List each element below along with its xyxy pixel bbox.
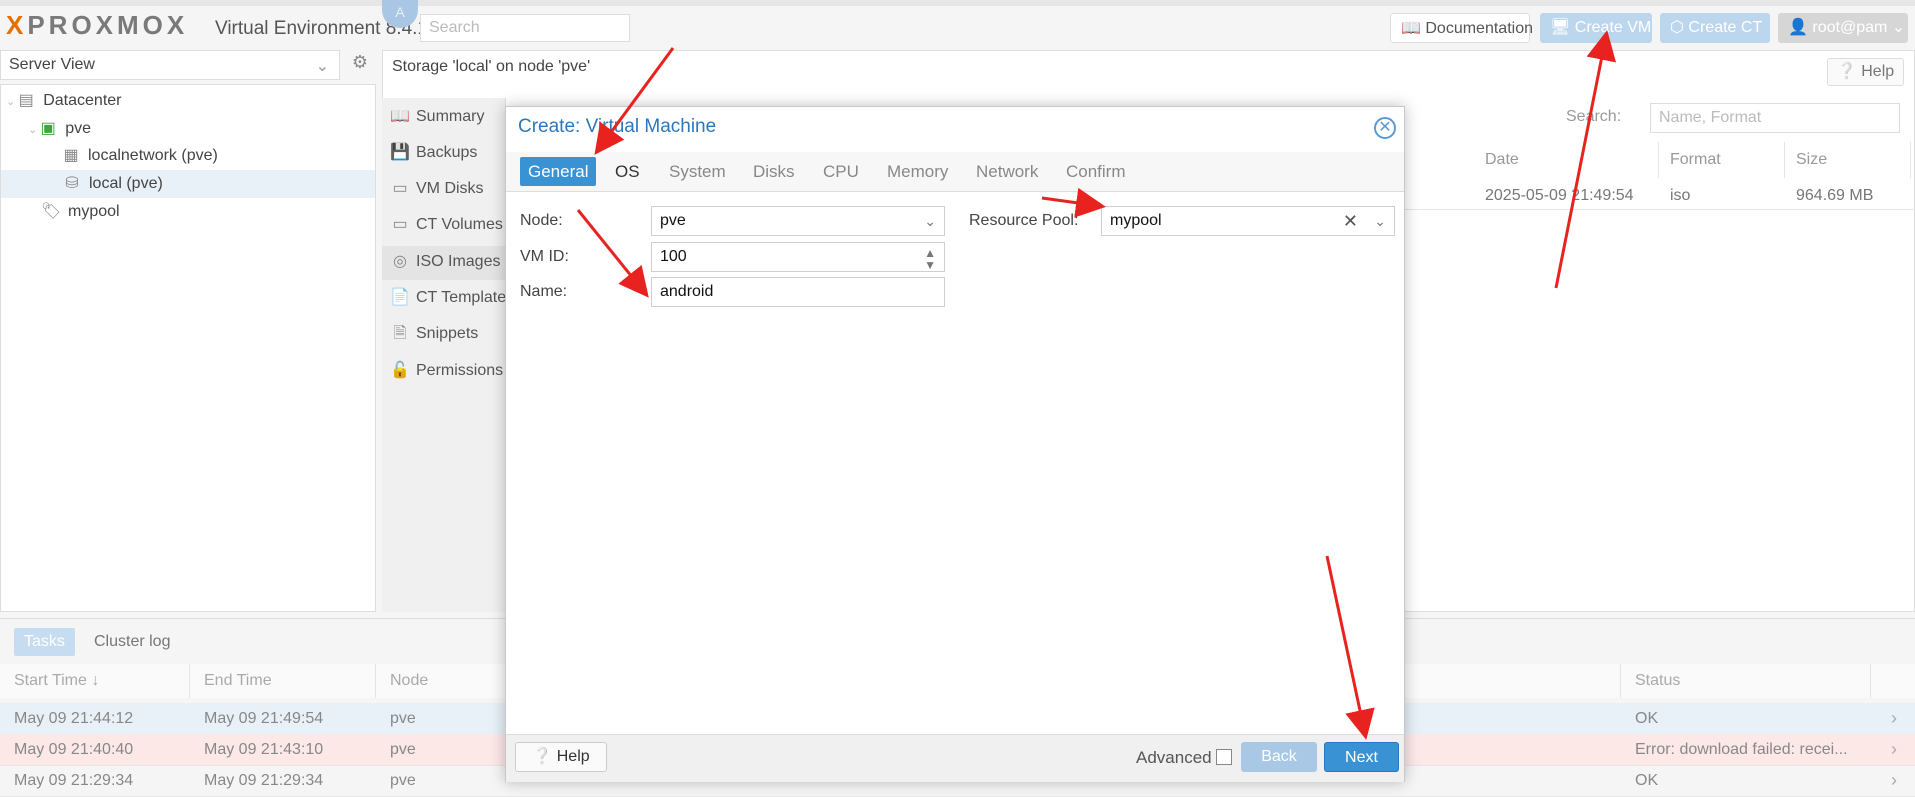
- nav-item-backups[interactable]: 💾 Backups: [390, 137, 477, 169]
- expand-icon: ⌄: [6, 96, 16, 108]
- column-header-start-time[interactable]: Start Time ↓: [0, 664, 190, 698]
- chevron-down-icon: ⌄: [924, 213, 936, 229]
- create-ct-button[interactable]: ⬡ Create CT: [1660, 13, 1770, 43]
- documentation-button[interactable]: 📖 Documentation: [1390, 13, 1533, 43]
- cube-icon: ⬡: [1670, 19, 1684, 36]
- next-button[interactable]: Next: [1324, 742, 1399, 772]
- storage-icon: ⛁: [65, 175, 79, 192]
- tab-os[interactable]: OS: [607, 157, 648, 186]
- column-header-format[interactable]: Format: [1660, 142, 1785, 178]
- tab-general[interactable]: General: [520, 157, 597, 186]
- unlock-icon: 🔓: [390, 362, 410, 379]
- advanced-label: Advanced: [1136, 748, 1212, 767]
- search-label: Search:: [1566, 108, 1622, 125]
- row-format: iso: [1670, 187, 1691, 204]
- node-label: Node:: [520, 212, 563, 229]
- expand-icon: ⌄: [28, 124, 38, 136]
- tab-system[interactable]: System: [661, 157, 734, 186]
- vmid-label: VM ID:: [520, 248, 569, 265]
- node-online-icon: ▣: [40, 120, 56, 137]
- monitor-icon: 🖥: [1550, 19, 1571, 36]
- book-icon: 📖: [1401, 20, 1421, 37]
- tree-item-local[interactable]: ⛁ local (pve): [1, 170, 375, 198]
- disc-icon: ◎: [393, 253, 407, 270]
- nav-item-ct-templates[interactable]: 📄 CT Templates: [390, 282, 514, 314]
- node-select[interactable]: pve ⌄: [651, 206, 945, 236]
- book-icon: 📖: [390, 108, 410, 125]
- nav-item-vm-disks[interactable]: ▭ VM Disks: [390, 173, 483, 205]
- vmid-spinner[interactable]: 100 ▲ ▼: [651, 242, 945, 272]
- code-file-icon: 🗎: [393, 325, 407, 342]
- tree-item-pve[interactable]: ⌄ ▣ pve: [28, 115, 91, 143]
- tab-cpu[interactable]: CPU: [815, 157, 867, 186]
- spinner-arrows-icon[interactable]: ▲ ▼: [924, 247, 936, 271]
- chevron-down-icon: ⌄: [1891, 19, 1906, 36]
- resource-pool-select[interactable]: mypool ✕ ⌄: [1101, 206, 1395, 236]
- nav-item-permissions[interactable]: 🔓 Permissions: [390, 355, 503, 387]
- user-icon: 👤: [1788, 19, 1808, 36]
- hdd-icon: ▭: [392, 180, 408, 197]
- question-icon: ❔: [532, 748, 553, 765]
- column-header-date[interactable]: Date: [1475, 142, 1659, 178]
- global-search-input[interactable]: Search: [420, 14, 630, 42]
- nav-item-ct-volumes[interactable]: ▭ CT Volumes: [390, 209, 502, 241]
- content-search-input[interactable]: Name, Format: [1650, 103, 1900, 133]
- column-header-status[interactable]: Status: [1621, 664, 1871, 698]
- gear-icon[interactable]: ⚙: [346, 52, 374, 78]
- question-icon: ❔: [1836, 63, 1857, 80]
- tag-icon: 🏷: [40, 203, 62, 220]
- file-icon: 📄: [390, 289, 410, 306]
- tab-disks[interactable]: Disks: [745, 157, 803, 186]
- column-header-end-time[interactable]: End Time: [190, 664, 376, 698]
- datacenter-icon: ▤: [18, 92, 34, 109]
- hdd-icon: ▭: [392, 216, 408, 233]
- chevron-right-icon[interactable]: ›: [1891, 765, 1897, 796]
- dialog-help-button[interactable]: ❔ Help: [515, 742, 607, 772]
- chevron-down-icon: ⌄: [1374, 213, 1386, 229]
- tree-item-mypool[interactable]: 🏷 mypool: [40, 198, 120, 226]
- close-icon[interactable]: ✕: [1374, 117, 1396, 139]
- floppy-icon: 💾: [390, 144, 410, 161]
- tree-item-localnetwork[interactable]: ▦ localnetwork (pve): [60, 142, 217, 170]
- view-selector[interactable]: Server View ⌄: [0, 50, 340, 80]
- tab-tasks[interactable]: Tasks: [14, 628, 75, 656]
- chevron-down-icon: ⌄: [315, 58, 329, 75]
- row-size: 964.69 MB: [1796, 187, 1874, 204]
- tab-confirm[interactable]: Confirm: [1058, 157, 1134, 186]
- page-title: Storage 'local' on node 'pve': [392, 58, 591, 75]
- clear-icon[interactable]: ✕: [1343, 207, 1358, 235]
- name-label: Name:: [520, 283, 568, 300]
- tree-item-datacenter[interactable]: ⌄ ▤ Datacenter: [6, 87, 121, 115]
- nav-item-summary[interactable]: 📖 Summary: [390, 101, 484, 133]
- advanced-checkbox[interactable]: [1216, 749, 1232, 765]
- dialog-title: Create: Virtual Machine: [518, 116, 717, 137]
- chevron-right-icon[interactable]: ›: [1891, 703, 1897, 734]
- name-input[interactable]: android: [651, 277, 945, 307]
- network-grid-icon: ▦: [63, 147, 79, 164]
- help-button[interactable]: ❔ Help: [1827, 58, 1904, 86]
- back-button[interactable]: Back: [1241, 742, 1317, 772]
- row-date: 2025-05-09 21:49:54: [1485, 187, 1634, 204]
- tab-network[interactable]: Network: [968, 157, 1046, 186]
- column-header-spacer: [1871, 664, 1915, 698]
- create-vm-button[interactable]: 🖥 Create VM: [1540, 13, 1652, 43]
- user-menu-button[interactable]: 👤 root@pam ⌄: [1778, 13, 1908, 43]
- resource-pool-label: Resource Pool:: [969, 212, 1079, 229]
- chevron-right-icon[interactable]: ›: [1891, 734, 1897, 765]
- tab-cluster-log[interactable]: Cluster log: [84, 628, 180, 656]
- nav-item-snippets[interactable]: 🗎 Snippets: [390, 318, 479, 350]
- tab-memory[interactable]: Memory: [879, 157, 956, 186]
- proxmox-logo: XPROXMOX: [6, 10, 189, 40]
- column-header-size[interactable]: Size: [1786, 142, 1911, 178]
- nav-item-iso-images[interactable]: ◎ ISO Images: [390, 246, 500, 278]
